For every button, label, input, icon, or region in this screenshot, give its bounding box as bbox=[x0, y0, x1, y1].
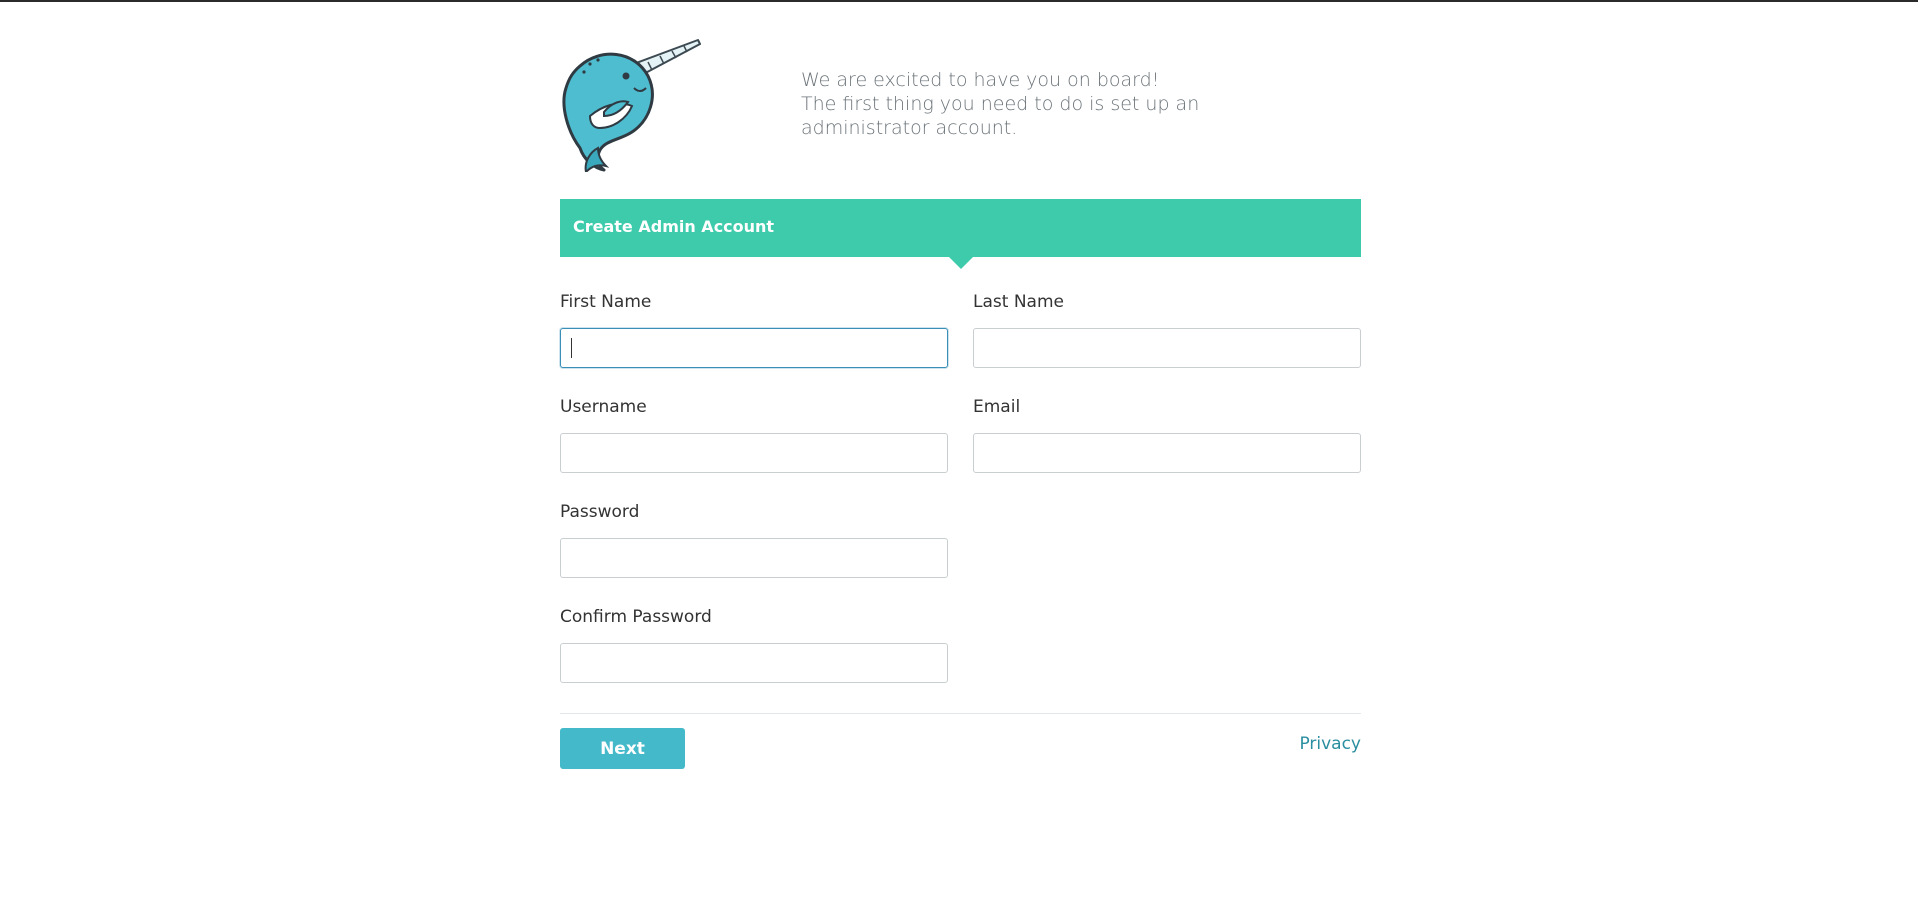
last-name-input[interactable] bbox=[973, 328, 1361, 368]
password-group: Password bbox=[560, 500, 948, 578]
privacy-link[interactable]: Privacy bbox=[1299, 734, 1361, 754]
username-input[interactable] bbox=[560, 433, 948, 473]
email-input[interactable] bbox=[973, 433, 1361, 473]
username-label: Username bbox=[560, 397, 647, 417]
banner-title: Create Admin Account bbox=[573, 217, 775, 236]
form-divider bbox=[560, 713, 1361, 714]
first-name-group: First Name bbox=[560, 290, 948, 368]
email-label: Email bbox=[973, 397, 1021, 417]
confirm-password-label: Confirm Password bbox=[560, 607, 712, 627]
password-input[interactable] bbox=[560, 538, 948, 578]
create-admin-banner: Create Admin Account bbox=[560, 199, 1361, 269]
password-label: Password bbox=[560, 502, 640, 522]
username-group: Username bbox=[560, 395, 948, 473]
welcome-message: We are excited to have you on board! The… bbox=[801, 68, 1221, 140]
narwhal-logo-icon bbox=[560, 36, 702, 175]
first-name-input[interactable] bbox=[560, 328, 948, 368]
welcome-line-2: The first thing you need to do is set up… bbox=[801, 93, 1200, 115]
intro-section: We are excited to have you on board! The… bbox=[560, 36, 1361, 176]
confirm-password-group: Confirm Password bbox=[560, 605, 948, 683]
first-name-label: First Name bbox=[560, 292, 652, 312]
last-name-group: Last Name bbox=[973, 290, 1361, 368]
confirm-password-input[interactable] bbox=[560, 643, 948, 683]
next-button[interactable]: Next bbox=[560, 728, 685, 769]
email-group: Email bbox=[973, 395, 1361, 473]
welcome-line-1: We are excited to have you on board! bbox=[801, 69, 1160, 91]
welcome-line-3: administrator account. bbox=[801, 117, 1018, 139]
banner-pointer bbox=[949, 257, 973, 269]
text-cursor bbox=[571, 338, 572, 358]
setup-container: We are excited to have you on board! The… bbox=[560, 0, 1361, 909]
last-name-label: Last Name bbox=[973, 292, 1064, 312]
